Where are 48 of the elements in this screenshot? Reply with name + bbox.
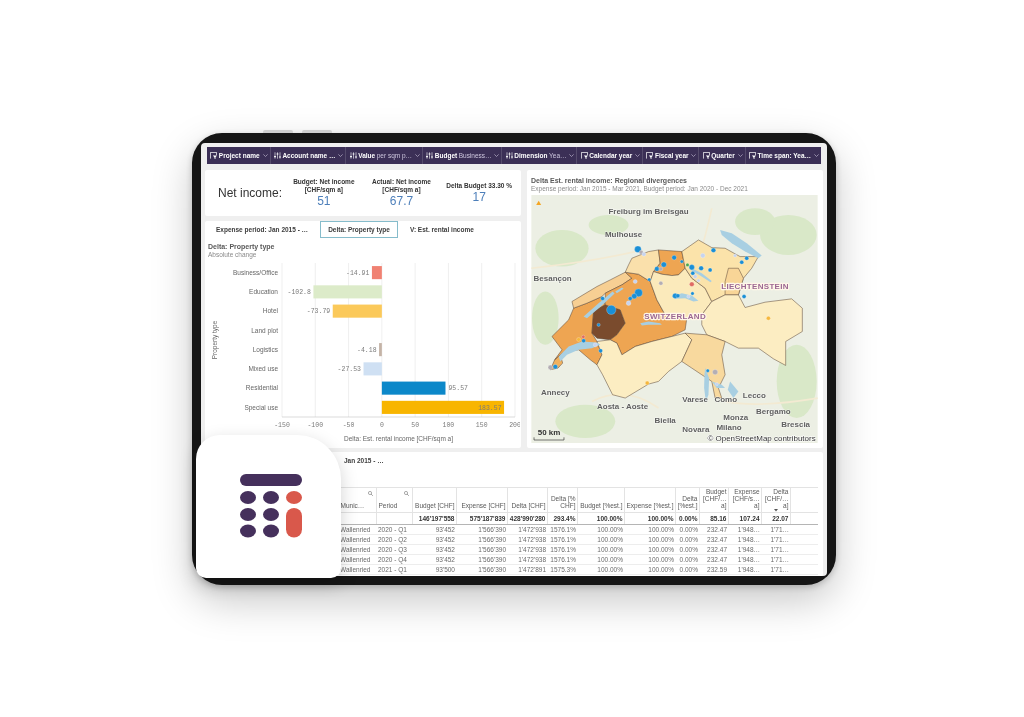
chevron-icon: [262, 154, 268, 157]
city-label: Varese: [682, 395, 708, 405]
list-filter-icon: [702, 152, 710, 159]
scale-bar: [533, 437, 565, 441]
sliders-icon: [273, 152, 281, 159]
chevron-icon: [691, 154, 697, 157]
city-label: Bergamo: [756, 406, 791, 416]
chevron-icon: [494, 154, 500, 157]
list-filter-icon: [646, 152, 654, 159]
chevron-icon: [414, 154, 420, 157]
bar: [381, 381, 446, 395]
scale-label: 50 km: [537, 428, 561, 438]
bar: [332, 304, 382, 318]
city-label: Novara: [682, 425, 710, 434]
list-filter-icon: [749, 152, 756, 159]
tablet-button[interactable]: [263, 130, 293, 133]
city-label: Annecy: [540, 388, 570, 398]
city-label: Milano: [716, 423, 742, 432]
list-filter-icon: [580, 152, 588, 159]
city-label: Biella: [654, 416, 676, 426]
chevron-icon: [737, 154, 743, 157]
kpi-value: 51: [317, 195, 331, 208]
city-label: Lecco: [742, 391, 766, 401]
sliders-icon: [426, 152, 434, 159]
sliders-icon: [505, 152, 513, 159]
city-label: Aosta - Aoste: [597, 402, 649, 412]
city-label: Freiburg im Breisgau: [608, 207, 689, 217]
bar: [371, 266, 382, 280]
bar: [363, 362, 382, 376]
list-filter-icon: [210, 152, 218, 159]
map-attribution: © OpenStreetMap contributors: [707, 434, 816, 443]
kpi-value: 17: [472, 191, 486, 205]
city-label: Brescia: [781, 419, 811, 429]
chevron-icon: [569, 154, 575, 157]
chevron-icon: [635, 154, 641, 157]
kpi-title: Net income:: [218, 186, 283, 200]
city-label: Como: [714, 395, 738, 405]
city-label: Monza: [723, 413, 749, 423]
sliders-icon: [349, 152, 357, 159]
city-label: Besançon: [533, 273, 572, 283]
city-label: Mulhouse: [604, 229, 643, 239]
bar: [379, 343, 382, 357]
bar: [313, 285, 382, 299]
tablet-button[interactable]: [302, 130, 332, 133]
warning-icon: [536, 200, 542, 205]
chevron-icon: [338, 154, 344, 157]
kpi-value: 67.7: [389, 195, 414, 208]
chevron-icon: [813, 154, 819, 157]
